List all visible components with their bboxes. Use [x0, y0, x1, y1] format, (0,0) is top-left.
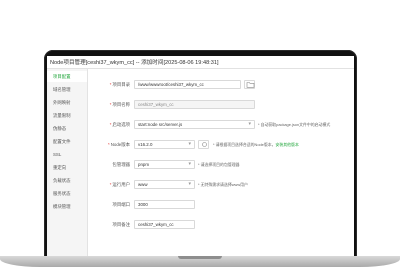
project-port-label: 项目端口 [112, 202, 130, 207]
app-window: Node项目管理[ceshi37_wkym_cc] -- 添加时间[2025-0… [47, 56, 354, 257]
project-name-label: *项目名称 [109, 102, 130, 107]
project-note-label: 项目备注 [112, 222, 130, 227]
node-version-select[interactable]: v16.2.0 [134, 140, 195, 149]
sidebar-item-domain[interactable]: 域名管理 [47, 84, 87, 95]
run-user-label: *运行用户 [109, 182, 130, 187]
laptop-mockup: Node项目管理[ceshi37_wkym_cc] -- 添加时间[2025-0… [0, 0, 400, 267]
install-other-version-link[interactable]: 安装其他版本 [276, 142, 299, 147]
project-note-input[interactable]: ceshi37_wkym_cc [134, 220, 195, 229]
sidebar-item-load-status[interactable]: 负载状态 [47, 175, 87, 186]
sidebar-item-ssl[interactable]: SSL [47, 149, 87, 160]
start-option-select[interactable]: start:node src/server.js [134, 120, 255, 129]
sidebar-item-module-manage[interactable]: 模块管理 [47, 201, 87, 212]
project-name-input[interactable]: ceshi37_wkym_cc [134, 100, 255, 109]
window-title: Node项目管理[ceshi37_wkym_cc] -- 添加时间[2025-0… [50, 60, 219, 66]
sidebar-item-project-config[interactable]: 项目配置 [47, 71, 87, 82]
project-dir-label: *项目目录 [109, 82, 130, 87]
run-user-select[interactable]: www [134, 180, 195, 189]
sidebar: 项目配置 域名管理 外网映射 流量限制 伪静态 配置文件 SSL 重定向 负载状… [47, 69, 88, 257]
start-option-hint: * 自动获取package.json文件中的启动模式 [258, 122, 331, 127]
sidebar-item-redirect[interactable]: 重定向 [47, 162, 87, 173]
project-config-form: *项目目录 /www/wwwroot/ceshi37_wkym_cc *项目名称… [88, 69, 354, 257]
project-port-input[interactable]: 3000 [134, 200, 195, 209]
package-manager-select[interactable]: pnpm [134, 160, 195, 169]
node-version-label: *Node版本 [108, 142, 130, 147]
run-user-hint: * 无特殊需求请选择www用户 [198, 182, 248, 187]
laptop-base-notch [178, 256, 222, 259]
folder-picker-button[interactable] [244, 80, 255, 89]
sidebar-item-traffic-limit[interactable]: 流量限制 [47, 110, 87, 121]
folder-icon [246, 82, 255, 88]
project-dir-input[interactable]: /www/wwwroot/ceshi37_wkym_cc [134, 80, 241, 89]
sidebar-item-rewrite[interactable]: 伪静态 [47, 123, 87, 134]
refresh-icon [202, 142, 207, 147]
node-version-hint: * 请根据项目选择合适的Node版本，安装其他版本 [213, 142, 299, 147]
sidebar-item-service-status[interactable]: 服务状态 [47, 188, 87, 199]
package-manager-hint: * 请选择项目的包管理器 [198, 162, 240, 167]
start-option-label: *启动选项 [109, 122, 130, 127]
sidebar-item-config-file[interactable]: 配置文件 [47, 136, 87, 147]
sidebar-item-external-mapping[interactable]: 外网映射 [47, 97, 87, 108]
package-manager-label: 包管理器 [112, 162, 130, 167]
window-titlebar: Node项目管理[ceshi37_wkym_cc] -- 添加时间[2025-0… [47, 56, 354, 69]
refresh-node-versions-button[interactable] [198, 140, 209, 149]
